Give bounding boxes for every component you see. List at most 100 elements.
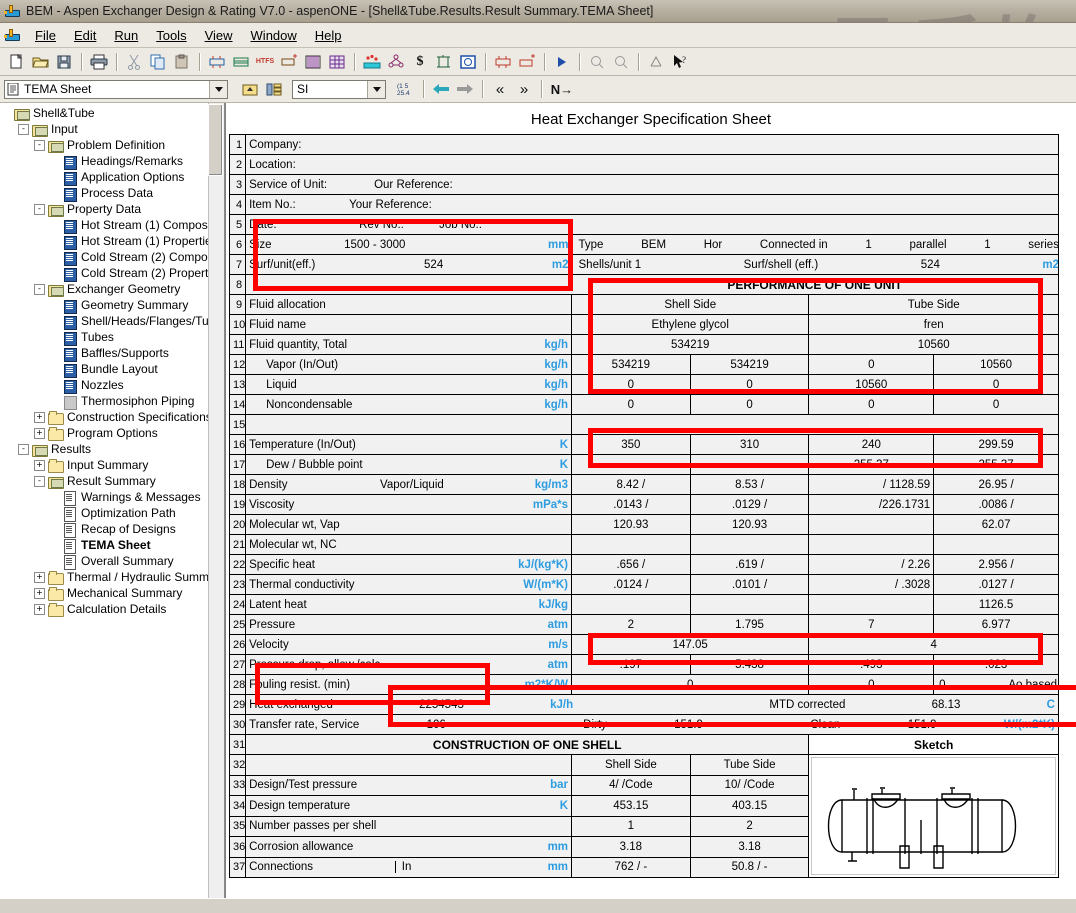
- expand-icon[interactable]: +: [34, 603, 45, 615]
- new-document-icon[interactable]: [5, 51, 27, 72]
- form-selector-combo[interactable]: TEMA Sheet: [4, 79, 228, 99]
- paste-icon[interactable]: [171, 51, 193, 72]
- ntps-icon[interactable]: HTFS: [254, 51, 276, 72]
- print-icon[interactable]: [88, 51, 110, 72]
- form-selector-chevron-down-icon[interactable]: [209, 80, 227, 98]
- expand-icon[interactable]: +: [34, 587, 45, 599]
- help-pointer-icon[interactable]: ?: [669, 51, 691, 72]
- sidebar-item-results[interactable]: - Results: [2, 441, 224, 457]
- sidebar-item-shell-tube[interactable]: Shell&Tube: [2, 105, 224, 121]
- next-n-icon[interactable]: N→: [548, 79, 576, 100]
- menu-item-run[interactable]: Run: [105, 26, 147, 45]
- collapse-icon[interactable]: -: [18, 443, 29, 455]
- sidebar-item-calculation-details[interactable]: + Calculation Details: [2, 601, 224, 617]
- cut-icon[interactable]: [123, 51, 145, 72]
- exchanger-data-icon[interactable]: [230, 51, 252, 72]
- sidebar-scrollbar-thumb[interactable]: [208, 104, 223, 176]
- sidebar-item-process-data[interactable]: Process Data: [2, 185, 224, 202]
- velocity-label: Velocity: [245, 634, 447, 655]
- molecule-icon[interactable]: [385, 51, 407, 72]
- graph-box-icon[interactable]: [457, 51, 479, 72]
- sidebar-item-cold-stream-2-properti[interactable]: Cold Stream (2) Properti: [2, 265, 224, 282]
- sidebar-item-tema-sheet[interactable]: TEMA Sheet: [2, 537, 224, 554]
- sidebar-item-shell-heads-flanges-tu[interactable]: Shell/Heads/Flanges/Tu: [2, 313, 224, 330]
- sidebar-item-problem-definition[interactable]: - Problem Definition: [2, 137, 224, 153]
- menu-item-help[interactable]: Help: [306, 26, 351, 45]
- transfer-rate-clean-key: Clean: [810, 718, 841, 731]
- save-disk-icon[interactable]: [53, 51, 75, 72]
- sidebar-item-application-options[interactable]: Application Options: [2, 169, 224, 186]
- exchanger-run-icon[interactable]: [516, 51, 538, 72]
- last-page-icon[interactable]: »: [513, 79, 535, 100]
- unit-convert-icon[interactable]: (1 5 25.4: [395, 79, 417, 100]
- sidebar-item-cold-stream-2-compos[interactable]: Cold Stream (2) Compos: [2, 249, 224, 266]
- sidebar-item-warnings-messages[interactable]: Warnings & Messages: [2, 489, 224, 506]
- parallel-count: 1: [865, 238, 872, 251]
- menu-item-edit[interactable]: Edit: [65, 26, 105, 45]
- sidebar-item-tubes[interactable]: Tubes: [2, 329, 224, 346]
- sidebar-item-mechanical-summary[interactable]: + Mechanical Summary: [2, 585, 224, 601]
- expand-icon[interactable]: +: [34, 571, 45, 583]
- exchanger-pair-icon[interactable]: [492, 51, 514, 72]
- open-folder-icon[interactable]: [29, 51, 51, 72]
- sidebar-item-property-data[interactable]: - Property Data: [2, 201, 224, 217]
- design-temperature-tube: 403.15: [689, 795, 810, 817]
- navigation-sidebar[interactable]: Shell&Tube - Input - Problem Definition Headi…: [0, 103, 225, 898]
- first-page-icon[interactable]: «: [489, 79, 511, 100]
- shells-per-unit: Shells/unit 1: [578, 258, 642, 271]
- sidebar-item-result-summary[interactable]: - Result Summary: [2, 473, 224, 489]
- sidebar-item-optimization-path[interactable]: Optimization Path: [2, 505, 224, 522]
- go-up-icon[interactable]: [239, 79, 261, 100]
- menu-item-file[interactable]: File: [26, 26, 65, 45]
- collapse-icon[interactable]: -: [34, 203, 45, 215]
- forward-arrow-icon[interactable]: [454, 79, 476, 100]
- sidebar-item-headings-remarks[interactable]: Headings/Remarks: [2, 153, 224, 170]
- collapse-icon[interactable]: -: [34, 475, 45, 487]
- sidebar-item-hot-stream-1-propertie[interactable]: Hot Stream (1) Propertie: [2, 233, 224, 250]
- sidebar-item-exchanger-geometry[interactable]: - Exchanger Geometry: [2, 281, 224, 297]
- exchanger-input-icon[interactable]: [206, 51, 228, 72]
- menu-item-tools[interactable]: Tools: [147, 26, 195, 45]
- row-number: 34: [228, 795, 247, 817]
- menu-item-window[interactable]: Window: [242, 26, 306, 45]
- sidebar-item-overall-summary[interactable]: Overall Summary: [2, 553, 224, 570]
- vessel-stack-icon[interactable]: [433, 51, 455, 72]
- sidebar-scrollbar[interactable]: [208, 103, 224, 898]
- sidebar-item-hot-stream-1-composit[interactable]: Hot Stream (1) Composit: [2, 217, 224, 234]
- row-number: 25: [228, 614, 247, 635]
- unit-selector-chevron-down-icon[interactable]: [367, 80, 385, 98]
- sidebar-item-input-summary[interactable]: + Input Summary: [2, 457, 224, 473]
- exchanger-plus-icon[interactable]: [278, 51, 300, 72]
- unit-selector-combo[interactable]: SI: [292, 79, 386, 99]
- table-row: 4 Item No.: Your Reference:: [228, 194, 1059, 215]
- tree-view-icon[interactable]: [263, 79, 285, 100]
- sidebar-item-input[interactable]: - Input: [2, 121, 224, 137]
- sheet-icon: [62, 379, 78, 394]
- cost-dollar-icon[interactable]: $: [409, 51, 431, 72]
- bundle-grid-icon[interactable]: [326, 51, 348, 72]
- sidebar-item-bundle-layout[interactable]: Bundle Layout: [2, 361, 224, 378]
- sidebar-item-program-options[interactable]: + Program Options: [2, 425, 224, 441]
- collapse-icon[interactable]: -: [34, 139, 45, 151]
- back-arrow-icon[interactable]: [430, 79, 452, 100]
- sidebar-item-recap-of-designs[interactable]: Recap of Designs: [2, 521, 224, 538]
- sidebar-item-geometry-summary[interactable]: Geometry Summary: [2, 297, 224, 314]
- expand-icon[interactable]: +: [34, 411, 45, 423]
- sidebar-item-label: Geometry Summary: [81, 298, 189, 312]
- run-arrow-icon[interactable]: [551, 51, 573, 72]
- properties-chart-icon[interactable]: [361, 51, 383, 72]
- collapse-icon[interactable]: -: [34, 283, 45, 295]
- collapse-icon[interactable]: -: [18, 123, 29, 135]
- sidebar-item-construction-specifications[interactable]: + Construction Specifications: [2, 409, 224, 425]
- expand-icon[interactable]: +: [34, 459, 45, 471]
- tube-layout-icon[interactable]: [302, 51, 324, 72]
- menu-item-view[interactable]: View: [196, 26, 242, 45]
- copy-icon[interactable]: [147, 51, 169, 72]
- sidebar-item-baffles-supports[interactable]: Baffles/Supports: [2, 345, 224, 362]
- sidebar-item-nozzles[interactable]: Nozzles: [2, 377, 224, 394]
- expand-icon[interactable]: +: [34, 427, 45, 439]
- navigation-tree[interactable]: Shell&Tube - Input - Problem Definition Headi…: [0, 103, 224, 617]
- sidebar-item-thermosiphon-piping[interactable]: Thermosiphon Piping: [2, 393, 224, 410]
- sidebar-item-thermal-hydraulic-summe[interactable]: + Thermal / Hydraulic Summe: [2, 569, 224, 585]
